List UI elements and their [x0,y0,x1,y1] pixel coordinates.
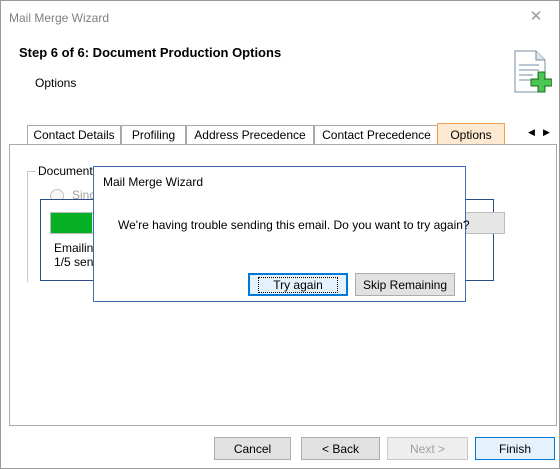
tab-address-precedence[interactable]: Address Precedence [186,125,314,144]
mail-merge-wizard-window: Mail Merge Wizard ✕ Step 6 of 6: Documen… [0,0,560,469]
dialog-title: Mail Merge Wizard [103,175,204,189]
finish-button[interactable]: Finish [475,437,555,460]
step-subtitle: Options [35,76,77,90]
tab-contact-precedence[interactable]: Contact Precedence [314,125,439,144]
title-bar: Mail Merge Wizard ✕ [1,1,559,31]
close-icon[interactable]: ✕ [513,1,559,31]
retry-dialog: Mail Merge Wizard We're having trouble s… [93,166,470,302]
progress-bar-fill [51,213,92,233]
cancel-button[interactable]: Cancel [214,437,291,460]
tab-strip: Contact Details Profiling Address Preced… [9,123,557,145]
document-add-icon [514,50,552,93]
try-again-button[interactable]: Try again [248,273,348,296]
progress-count: 1/5 sent [54,255,97,269]
dialog-message: We're having trouble sending this email.… [118,218,470,232]
tab-profiling[interactable]: Profiling [121,125,186,144]
next-button[interactable]: Next > [387,437,468,460]
window-title: Mail Merge Wizard [9,11,110,25]
tab-scroll-right-icon[interactable]: ▶ [543,127,550,138]
tab-options[interactable]: Options [437,123,505,145]
try-again-label: Try again [258,276,338,293]
tab-scroll-left-icon[interactable]: ◀ [528,127,535,138]
skip-remaining-button[interactable]: Skip Remaining [355,273,455,296]
step-title: Step 6 of 6: Document Production Options [19,45,282,60]
back-button[interactable]: < Back [301,437,380,460]
tab-contact-details[interactable]: Contact Details [27,125,121,144]
